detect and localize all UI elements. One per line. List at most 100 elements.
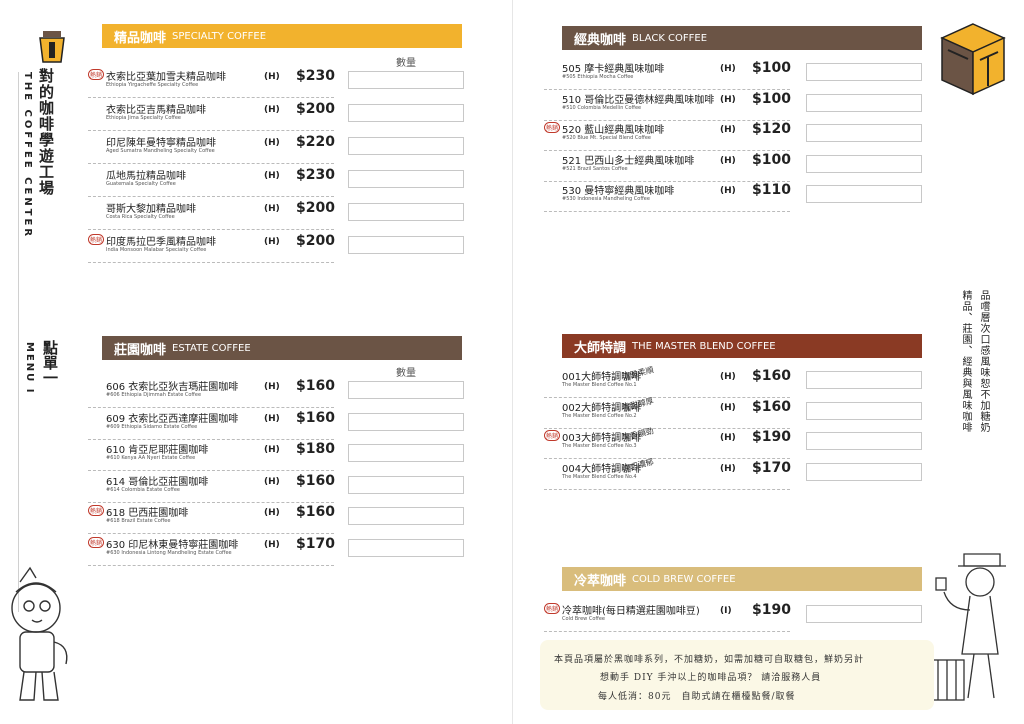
hot-seller-badge: 熱銷	[544, 122, 560, 133]
quantity-input-box[interactable]	[348, 203, 464, 221]
crate-logo-icon	[940, 23, 1006, 96]
item-size: (H)	[264, 476, 280, 487]
item-size: (H)	[264, 508, 280, 518]
quantity-input-box[interactable]	[348, 170, 464, 188]
quantity-input-box[interactable]	[348, 71, 464, 89]
section-title-zh: 經典咖啡	[574, 32, 627, 48]
item-name-en: The Master Blend Coffee No.3	[562, 443, 637, 449]
item-name-en: Costa Rica Specialty Coffee	[106, 214, 175, 220]
hot-seller-badge: 熱銷	[88, 536, 104, 548]
item-price: $180	[296, 441, 335, 457]
note-line-3: 每人低消：80元 自助式請在櫃檯點餐/取餐	[598, 692, 796, 702]
item-price: $170	[296, 535, 335, 552]
quantity-input-box[interactable]	[348, 381, 464, 399]
item-size: (H)	[264, 237, 280, 247]
hot-seller-badge: 熱銷	[544, 603, 560, 614]
item-name-zh: 哥斯大黎加精品咖啡	[106, 204, 196, 215]
menu-title-en: MENU I	[24, 342, 35, 395]
quantity-input-box[interactable]	[348, 507, 464, 525]
item-name-zh: 606 衣索比亞狄吉瑪莊園咖啡	[106, 382, 239, 393]
page-fold	[512, 0, 513, 724]
item-size: (H)	[264, 171, 280, 181]
quantity-input-box[interactable]	[348, 412, 464, 431]
item-size: (H)	[720, 155, 736, 166]
menu-item-black-3: 521 巴西山多士經典風味咖啡 #521 Brazil Santos Coffee…	[544, 152, 924, 182]
item-size: (H)	[264, 413, 280, 424]
quantity-input-box[interactable]	[348, 104, 464, 122]
quantity-input-box[interactable]	[806, 154, 922, 173]
section-header-estate: 莊園咖啡 ESTATE COFFEE	[102, 336, 462, 360]
mascot-illustration-left	[11, 566, 68, 701]
quantity-input-box[interactable]	[806, 462, 922, 481]
item-underline	[88, 533, 334, 534]
menu-item-specialty-2: 印尼陳年曼特寧精品咖啡 Aged Sumatra Mandheling Speci…	[88, 134, 468, 164]
menu-item-black-0: 505 摩卡經典風味咖啡 #505 Ethiopia Mocha Coffee (H…	[544, 60, 924, 90]
menu-item-black-2: 熱銷 520 藍山經典風味咖啡 #520 Blue Mt. Special Blen…	[544, 121, 924, 151]
item-name-zh: 冷萃咖啡(每日精選莊園咖啡豆)	[562, 606, 700, 617]
item-name-en: The Master Blend Coffee No.2	[562, 412, 637, 419]
item-name-en: #530 Indonesia Mandheling Coffee	[562, 196, 650, 202]
item-price: $100	[752, 90, 791, 107]
item-price: $230	[296, 167, 335, 183]
section-header-black: 經典咖啡 BLACK COFFEE	[562, 26, 922, 50]
item-underline	[88, 262, 334, 263]
quantity-input-box[interactable]	[348, 538, 464, 557]
hot-seller-badge: 熱銷	[88, 234, 104, 245]
item-underline	[88, 407, 334, 408]
item-size: (I)	[720, 606, 732, 616]
quantity-input-box[interactable]	[348, 444, 464, 462]
quantity-input-box[interactable]	[348, 137, 464, 155]
hot-seller-badge: 熱銷	[88, 505, 104, 516]
item-underline	[544, 631, 790, 632]
item-name-zh: 521 巴西山多士經典風味咖啡	[562, 155, 695, 167]
menu-item-specialty-5: 熱銷 印度馬拉巴季風精品咖啡 India Monsoon Malabar Speci…	[88, 233, 468, 263]
item-size: (H)	[264, 105, 280, 115]
item-underline	[88, 564, 334, 566]
quantity-input-box[interactable]	[348, 475, 464, 494]
item-name-zh: 610 肯亞尼耶莊園咖啡	[106, 445, 209, 456]
item-size: (H)	[720, 463, 736, 474]
qty-column-header: 數量	[396, 58, 416, 69]
quantity-input-box[interactable]	[348, 236, 464, 254]
quantity-input-box[interactable]	[806, 63, 922, 81]
item-name-zh: 印度馬拉巴季風精品咖啡	[106, 237, 216, 248]
section-title-en: BLACK COFFEE	[632, 32, 708, 44]
item-size: (H)	[720, 372, 736, 382]
item-name-zh: 505 摩卡經典風味咖啡	[562, 64, 665, 75]
item-underline	[88, 163, 334, 164]
item-size: (H)	[264, 138, 280, 148]
item-name-en: #614 Colombia Estate Coffee	[106, 486, 180, 493]
quantity-input-box[interactable]	[806, 93, 922, 112]
item-underline	[88, 196, 334, 197]
item-name-zh: 614 哥倫比亞莊園咖啡	[106, 476, 209, 488]
quantity-input-box[interactable]	[806, 371, 922, 389]
menu-item-cold-0: 熱銷 冷萃咖啡(每日精選莊園咖啡豆) Cold Brew Coffee (I) $190	[544, 602, 924, 632]
section-title-zh: 莊園咖啡	[114, 342, 167, 358]
hot-seller-badge: 熱銷	[88, 69, 104, 80]
quantity-input-box[interactable]	[806, 605, 922, 623]
quantity-input-box[interactable]	[806, 124, 922, 142]
menu-item-specialty-4: 哥斯大黎加精品咖啡 Costa Rica Specialty Coffee (H) $…	[88, 200, 468, 230]
quantity-input-box[interactable]	[806, 401, 922, 420]
menu-item-estate-3: 614 哥倫比亞莊園咖啡 #614 Colombia Estate Coffee (…	[88, 473, 468, 503]
item-underline	[88, 501, 334, 503]
quantity-input-box[interactable]	[806, 432, 922, 450]
menu-item-estate-4: 熱銷 618 巴西莊園咖啡 #618 Brazil Estate Coffee (H)…	[88, 504, 468, 534]
section-header-master: 大師特調 THE MASTER BLEND COFFEE	[562, 334, 922, 358]
section-title-en: COLD BREW COFFEE	[632, 573, 736, 585]
item-price: $160	[296, 378, 335, 394]
menu-item-master-1: 002大師特調咖啡 The Master Blend Coffee No.2 香甜醇…	[544, 396, 924, 429]
slogan-line-2: 精品、莊園、經典與風味咖啡	[960, 290, 971, 433]
item-price: $160	[752, 368, 791, 384]
item-underline	[88, 229, 334, 230]
quantity-input-box[interactable]	[806, 185, 922, 203]
menu-item-estate-5: 熱銷 630 印尼林東曼特寧莊園咖啡 #630 Indonesia Lintong …	[88, 536, 468, 566]
item-size: (H)	[264, 72, 280, 82]
brand-name-en: THE COFFEE CENTER	[22, 72, 33, 240]
item-underline	[88, 97, 334, 98]
hot-seller-badge: 熱銷	[544, 430, 560, 441]
brand-name-zh: 對的咖啡學遊工場	[37, 68, 55, 196]
item-price: $160	[296, 504, 335, 520]
item-size: (H)	[720, 94, 736, 105]
item-name-zh: 衣索比亞吉馬精品咖啡	[106, 105, 206, 116]
